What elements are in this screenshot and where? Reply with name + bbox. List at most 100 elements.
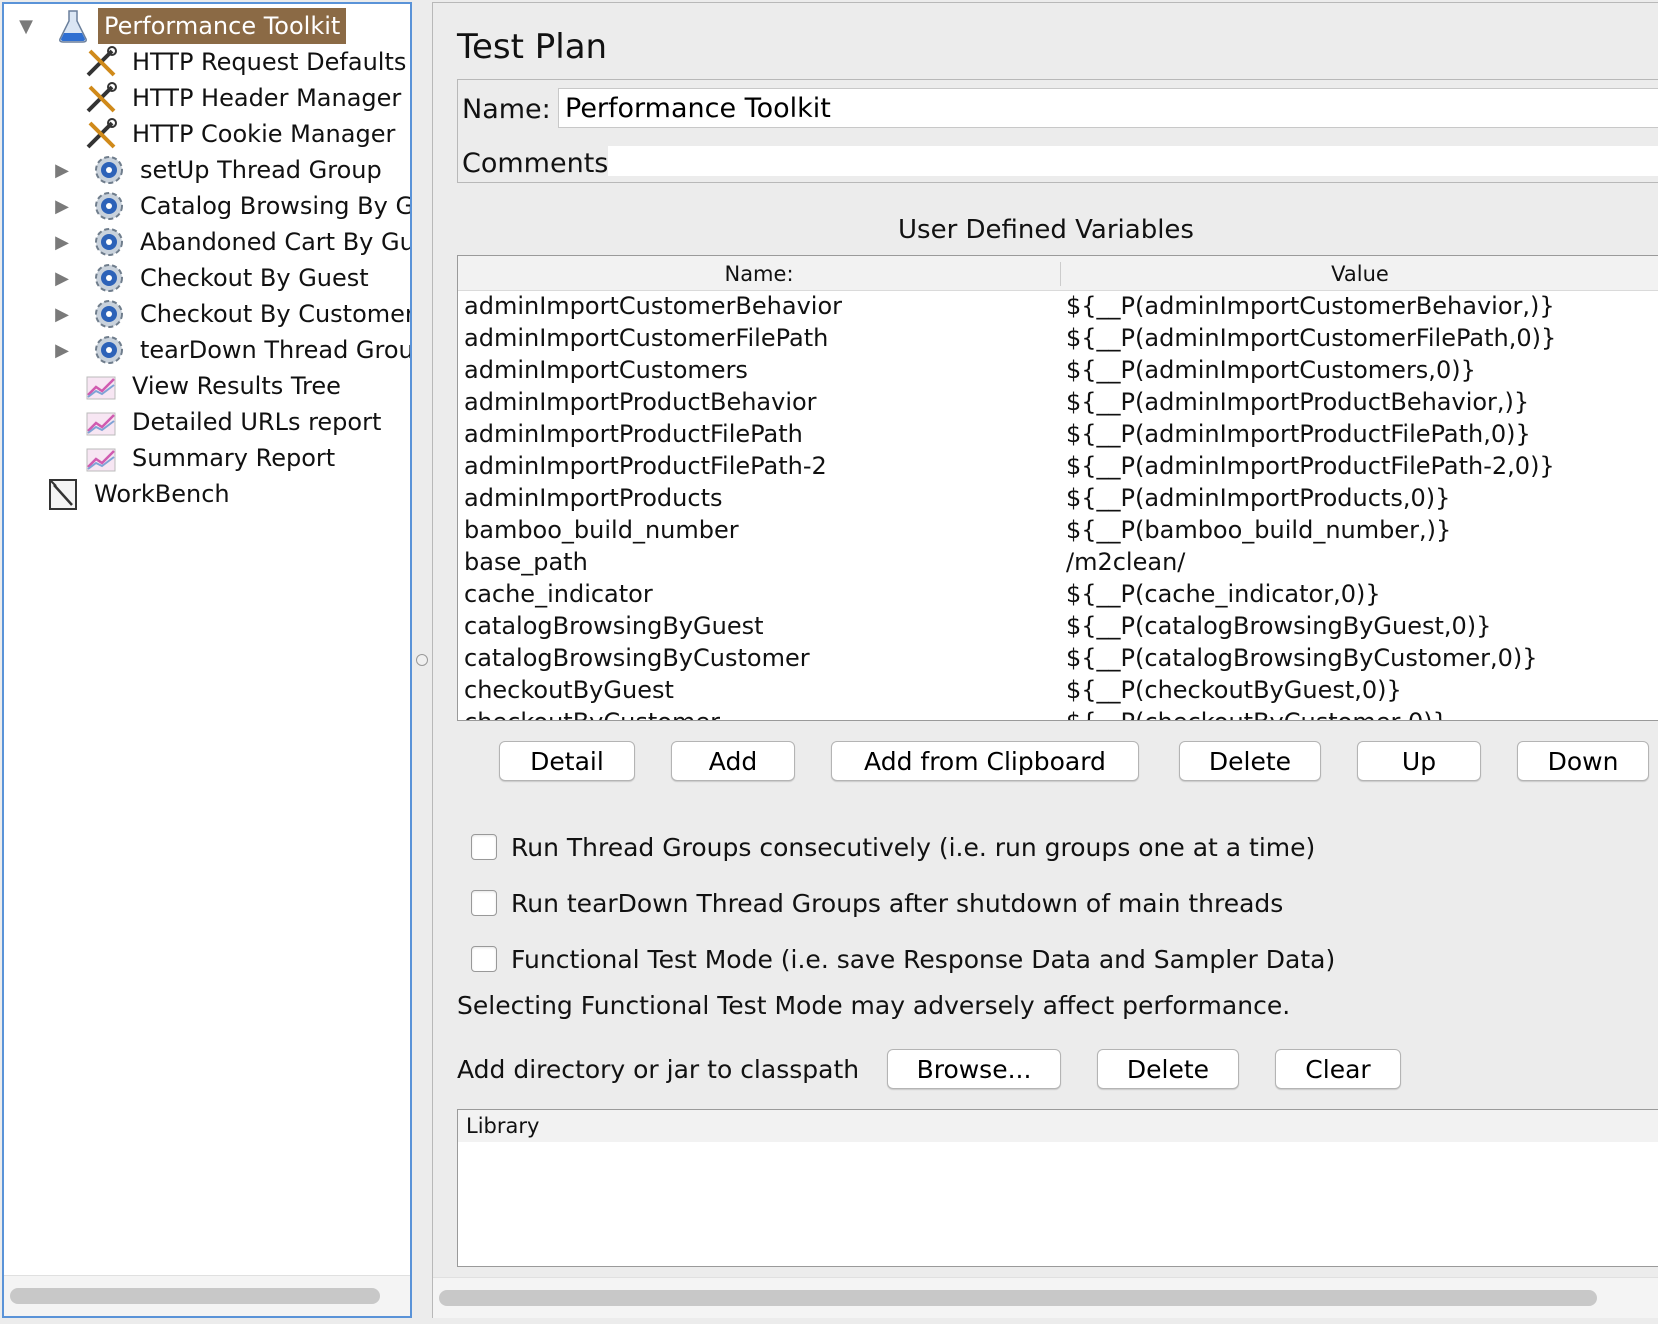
library-column-header[interactable]: Library — [458, 1110, 1658, 1142]
add-from-clipboard-button[interactable]: Add from Clipboard — [831, 741, 1139, 781]
table-row[interactable]: bamboo_build_number ${__P(bamboo_build_nu… — [458, 514, 1658, 546]
tree-item-setup-thread-group[interactable]: ▶ setUp Thread Group — [44, 151, 388, 189]
add-button[interactable]: Add — [671, 741, 795, 781]
table-row[interactable]: adminImportProducts ${__P(adminImportProd… — [458, 482, 1658, 514]
functional-test-mode-checkbox[interactable] — [471, 946, 497, 972]
cell-name: adminImportProducts — [464, 484, 723, 512]
comments-label: Comments: — [462, 148, 618, 179]
down-button[interactable]: Down — [1517, 741, 1649, 781]
table-row[interactable]: adminImportCustomers ${__P(adminImportCus… — [458, 354, 1658, 386]
gear-icon — [90, 187, 128, 225]
tree-item-checkout-by-guest[interactable]: ▶ Checkout By Guest — [44, 259, 375, 297]
browse-button[interactable]: Browse... — [887, 1049, 1061, 1089]
tree-item-summary-report[interactable]: Summary Report — [82, 439, 341, 477]
delete-library-button[interactable]: Delete — [1097, 1049, 1239, 1089]
collapsed-triangle-icon[interactable]: ▶ — [52, 196, 72, 217]
page-title: Test Plan — [457, 27, 608, 67]
name-field[interactable] — [558, 88, 1658, 128]
run-consecutively-option[interactable]: Run Thread Groups consecutively (i.e. ru… — [471, 829, 1315, 865]
cell-name: checkoutByCustomer — [464, 708, 720, 720]
tree-item-abandoned-cart-by-guest[interactable]: ▶ Abandoned Cart By Gue — [44, 223, 410, 261]
expanded-triangle-icon[interactable]: ▼ — [16, 16, 36, 37]
column-header-name[interactable]: Name: — [458, 262, 1061, 286]
cell-value: ${__P(adminImportCustomerFilePath,0)} — [1066, 324, 1557, 352]
collapsed-triangle-icon[interactable]: ▶ — [52, 304, 72, 325]
cell-value: ${__P(adminImportCustomerBehavior,)} — [1066, 292, 1555, 320]
run-teardown-checkbox[interactable] — [471, 890, 497, 916]
flask-icon — [54, 7, 92, 45]
up-button[interactable]: Up — [1357, 741, 1481, 781]
tree-horizontal-scrollbar[interactable] — [10, 1288, 380, 1304]
test-plan-editor: Test Plan Name: Comments: User Defined V… — [432, 2, 1658, 1318]
collapsed-triangle-icon[interactable]: ▶ — [52, 232, 72, 253]
cell-value: ${__P(adminImportProducts,0)} — [1066, 484, 1451, 512]
classpath-label: Add directory or jar to classpath — [457, 1055, 860, 1084]
gear-icon — [90, 295, 128, 333]
tree-item-label: Checkout By Guest — [140, 264, 369, 292]
clear-button[interactable]: Clear — [1275, 1049, 1401, 1089]
functional-test-mode-option[interactable]: Functional Test Mode (i.e. save Response… — [471, 941, 1335, 977]
run-teardown-option[interactable]: Run tearDown Thread Groups after shutdow… — [471, 885, 1283, 921]
table-row[interactable]: adminImportProductFilePath-2 ${__P(adminI… — [458, 450, 1658, 482]
cell-value: ${__P(adminImportCustomers,0)} — [1066, 356, 1476, 384]
cell-name: adminImportCustomerFilePath — [464, 324, 829, 352]
run-consecutively-checkbox[interactable] — [471, 834, 497, 860]
gear-icon — [90, 331, 128, 369]
tree-item-checkout-by-customer[interactable]: ▶ Checkout By Customer — [44, 295, 412, 333]
comments-field[interactable] — [608, 146, 1658, 176]
table-row[interactable]: base_path/m2clean/ — [458, 546, 1658, 578]
tree-item-http-header-manager[interactable]: HTTP Header Manager — [82, 79, 407, 117]
main-horizontal-scrollbar[interactable] — [439, 1290, 1597, 1306]
tree-item-label: HTTP Request Defaults — [132, 48, 407, 76]
tree-item-label: Performance Toolkit — [98, 8, 347, 44]
tree-item-http-request-defaults[interactable]: HTTP Request Defaults — [82, 43, 410, 81]
cell-name: checkoutByGuest — [464, 676, 674, 704]
udv-title: User Defined Variables — [898, 215, 1194, 245]
tree-item-catalog-browsing-by-guest[interactable]: ▶ Catalog Browsing By Gue — [44, 187, 410, 225]
table-row[interactable]: checkoutByGuest ${__P(checkoutByGuest,0)} — [458, 674, 1658, 706]
table-row[interactable]: catalogBrowsingByCustomer ${__P(catalogBr… — [458, 642, 1658, 674]
table-header: Name: Value — [458, 256, 1658, 291]
tree-item-label: HTTP Cookie Manager — [132, 120, 396, 148]
tree-item-label: View Results Tree — [132, 372, 341, 400]
table-row[interactable]: checkoutByCustomer ${__P(checkoutByCustom… — [458, 706, 1658, 720]
tree-item-label: Catalog Browsing By Gue — [140, 192, 410, 220]
tree-item-label: setUp Thread Group — [140, 156, 382, 184]
cell-value: ${__P(catalogBrowsingByGuest,0)} — [1066, 612, 1492, 640]
option-label: Run Thread Groups consecutively (i.e. ru… — [511, 832, 1316, 862]
pane-splitter[interactable] — [412, 0, 432, 1324]
detail-button[interactable]: Detail — [499, 741, 635, 781]
delete-variable-button[interactable]: Delete — [1179, 741, 1321, 781]
tree-item-teardown-thread-group[interactable]: ▶ tearDown Thread Group — [44, 331, 410, 369]
tree-item-detailed-urls-report[interactable]: Detailed URLs report — [82, 403, 387, 441]
user-defined-variables-table[interactable]: Name: Value adminImportCustomerBehavior $… — [457, 255, 1658, 721]
graph-icon — [82, 439, 120, 477]
column-header-value[interactable]: Value — [1060, 262, 1658, 286]
table-row[interactable]: catalogBrowsingByGuest ${__P(catalogBrows… — [458, 610, 1658, 642]
collapsed-triangle-icon[interactable]: ▶ — [52, 268, 72, 289]
table-row[interactable]: adminImportProductBehavior ${__P(adminImp… — [458, 386, 1658, 418]
name-comments-box: Name: Comments: — [457, 79, 1658, 183]
tree-item-workbench[interactable]: WorkBench — [44, 475, 236, 513]
table-row[interactable]: cache_indicator ${__P(cache_indicator,0)} — [458, 578, 1658, 610]
gear-icon — [90, 223, 128, 261]
tree-item-performance-toolkit[interactable]: ▼ Performance Toolkit — [8, 7, 347, 45]
table-row[interactable]: adminImportProductFilePath ${__P(adminImp… — [458, 418, 1658, 450]
tree-item-view-results-tree[interactable]: View Results Tree — [82, 367, 347, 405]
cell-name: adminImportProductBehavior — [464, 388, 817, 416]
table-row[interactable]: adminImportCustomerBehavior ${__P(adminIm… — [458, 290, 1658, 322]
tree-item-http-cookie-manager[interactable]: HTTP Cookie Manager — [82, 115, 401, 153]
graph-icon — [82, 367, 120, 405]
collapsed-triangle-icon[interactable]: ▶ — [52, 160, 72, 181]
library-table[interactable]: Library — [457, 1109, 1658, 1267]
name-label: Name: — [462, 94, 551, 125]
cell-name: adminImportProductFilePath — [464, 420, 803, 448]
splitter-handle-icon[interactable] — [416, 654, 428, 666]
wrench-icon — [82, 79, 120, 117]
tree-item-label: Checkout By Customer — [140, 300, 412, 328]
cell-name: adminImportCustomerBehavior — [464, 292, 842, 320]
cell-name: adminImportCustomers — [464, 356, 748, 384]
table-row[interactable]: adminImportCustomerFilePath ${__P(adminIm… — [458, 322, 1658, 354]
cell-value: ${__P(bamboo_build_number,)} — [1066, 516, 1452, 544]
collapsed-triangle-icon[interactable]: ▶ — [52, 340, 72, 361]
